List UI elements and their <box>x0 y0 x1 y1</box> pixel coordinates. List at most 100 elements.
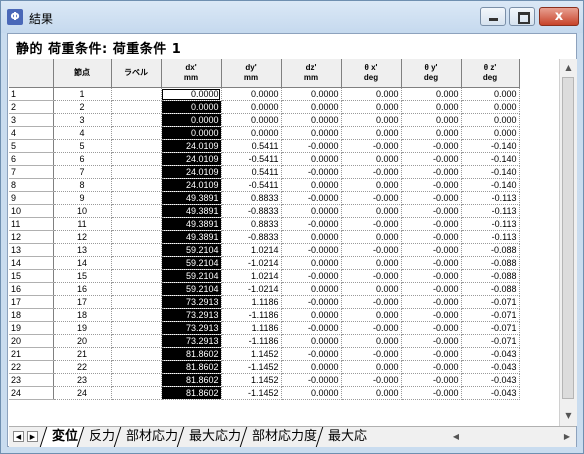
table-cell[interactable]: 0.0000 <box>281 113 342 127</box>
table-cell[interactable]: 0.0000 <box>281 126 342 140</box>
table-row[interactable]: 8 8 24.0109 -0.5411 0.0000 0.000 -0.000 -0.140 <box>9 178 520 192</box>
table-cell[interactable] <box>111 308 162 322</box>
table-cell[interactable] <box>111 152 162 166</box>
row-header[interactable]: 11 <box>9 217 54 231</box>
table-cell[interactable] <box>111 282 162 296</box>
row-header[interactable]: 13 <box>9 243 54 257</box>
table-cell[interactable]: -0.000 <box>341 321 402 335</box>
table-row[interactable]: 11 11 49.3891 0.8833 -0.0000 -0.000 -0.000 -0.1… <box>9 217 520 231</box>
table-cell[interactable]: -0.000 <box>401 373 462 387</box>
table-cell[interactable]: 1.1186 <box>221 321 282 335</box>
table-cell[interactable]: -0.043 <box>461 373 520 387</box>
table-cell[interactable]: 0.0000 <box>281 100 342 114</box>
table-row[interactable]: 1 1 0.0000 0.0000 0.0000 0.000 0.000 0.000 <box>9 87 520 101</box>
table-cell[interactable]: 1.0214 <box>221 243 282 257</box>
tab-next-icon[interactable]: ▶ <box>27 431 38 442</box>
table-cell[interactable]: 10 <box>53 204 112 218</box>
table-cell[interactable]: 59.2104 <box>161 269 222 283</box>
table-row[interactable]: 5 5 24.0109 0.5411 -0.0000 -0.000 -0.000 -0.140 <box>9 139 520 153</box>
table-cell[interactable]: 0.0000 <box>281 360 342 374</box>
table-cell[interactable]: -0.000 <box>401 256 462 270</box>
table-cell[interactable]: -0.140 <box>461 178 520 192</box>
table-cell[interactable]: -0.0000 <box>281 165 342 179</box>
row-header[interactable]: 23 <box>9 373 54 387</box>
table-cell[interactable]: -0.000 <box>341 347 402 361</box>
table-cell[interactable] <box>111 334 162 348</box>
table-cell[interactable]: -0.000 <box>401 139 462 153</box>
table-cell[interactable] <box>111 100 162 114</box>
table-cell[interactable]: 18 <box>53 308 112 322</box>
table-cell[interactable] <box>111 347 162 361</box>
table-cell[interactable] <box>111 269 162 283</box>
table-cell[interactable]: -0.000 <box>401 191 462 205</box>
table-cell[interactable]: -0.0000 <box>281 295 342 309</box>
table-cell[interactable]: 0.000 <box>401 87 462 101</box>
sheet-tab[interactable]: 最大応 <box>315 427 373 447</box>
horizontal-scrollbar[interactable]: ◀ ▶ <box>449 429 574 445</box>
table-cell[interactable]: 0.000 <box>401 100 462 114</box>
row-header[interactable]: 20 <box>9 334 54 348</box>
table-cell[interactable]: 1.1452 <box>221 347 282 361</box>
table-cell[interactable]: 0.0000 <box>281 334 342 348</box>
table-cell[interactable]: 81.8602 <box>161 386 222 400</box>
table-cell[interactable]: 0.000 <box>341 113 402 127</box>
table-cell[interactable]: -0.0000 <box>281 347 342 361</box>
table-cell[interactable]: 0.000 <box>341 100 402 114</box>
table-row[interactable]: 20 20 73.2913 -1.1186 0.0000 0.000 -0.000 -0.07… <box>9 334 520 348</box>
table-cell[interactable]: -0.000 <box>341 295 402 309</box>
row-header[interactable]: 19 <box>9 321 54 335</box>
row-header[interactable]: 18 <box>9 308 54 322</box>
row-header[interactable]: 10 <box>9 204 54 218</box>
table-cell[interactable]: 11 <box>53 217 112 231</box>
maximize-button[interactable] <box>509 7 535 26</box>
row-header[interactable]: 4 <box>9 126 54 140</box>
results-grid[interactable]: 節点 ラベル dx' mm dy' mm dz' mm θ x' deg θ y' deg θ z' de… <box>9 59 559 426</box>
table-cell[interactable] <box>111 373 162 387</box>
table-cell[interactable]: -0.0000 <box>281 191 342 205</box>
column-header[interactable] <box>9 59 54 88</box>
table-row[interactable]: 10 10 49.3891 -0.8833 0.0000 0.000 -0.000 -0.11… <box>9 204 520 218</box>
row-header[interactable]: 14 <box>9 256 54 270</box>
table-row[interactable]: 23 23 81.8602 1.1452 -0.0000 -0.000 -0.000 -0.0… <box>9 373 520 387</box>
sheet-tab[interactable]: 部材応力度 <box>239 427 323 447</box>
table-cell[interactable]: -0.000 <box>401 295 462 309</box>
table-cell[interactable]: 0.0000 <box>161 87 222 101</box>
table-row[interactable]: 6 6 24.0109 -0.5411 0.0000 0.000 -0.000 -0.140 <box>9 152 520 166</box>
table-cell[interactable]: -0.0000 <box>281 139 342 153</box>
table-cell[interactable]: -0.000 <box>401 282 462 296</box>
row-header[interactable]: 7 <box>9 165 54 179</box>
table-cell[interactable]: 3 <box>53 113 112 127</box>
table-cell[interactable]: 0.000 <box>341 282 402 296</box>
table-cell[interactable]: -0.000 <box>401 165 462 179</box>
table-cell[interactable]: -0.000 <box>341 373 402 387</box>
table-cell[interactable]: 0.000 <box>341 178 402 192</box>
table-cell[interactable]: 13 <box>53 243 112 257</box>
table-cell[interactable]: 73.2913 <box>161 321 222 335</box>
table-cell[interactable]: 4 <box>53 126 112 140</box>
scroll-right-icon[interactable]: ▶ <box>560 429 574 445</box>
table-cell[interactable]: 0.000 <box>341 204 402 218</box>
table-cell[interactable]: -1.1186 <box>221 334 282 348</box>
table-row[interactable]: 21 21 81.8602 1.1452 -0.0000 -0.000 -0.000 -0.0… <box>9 347 520 361</box>
column-header[interactable]: θ z' deg <box>461 59 520 88</box>
table-cell[interactable]: 0.000 <box>461 113 520 127</box>
table-cell[interactable]: -0.000 <box>401 217 462 231</box>
table-cell[interactable] <box>111 165 162 179</box>
row-header[interactable]: 24 <box>9 386 54 400</box>
column-header[interactable]: dx' mm <box>161 59 222 88</box>
table-cell[interactable]: -0.0000 <box>281 321 342 335</box>
table-cell[interactable]: -0.000 <box>401 230 462 244</box>
table-cell[interactable]: 0.0000 <box>161 126 222 140</box>
table-row[interactable]: 15 15 59.2104 1.0214 -0.0000 -0.000 -0.000 -0.0… <box>9 269 520 283</box>
table-row[interactable]: 9 9 49.3891 0.8833 -0.0000 -0.000 -0.000 -0.113 <box>9 191 520 205</box>
table-cell[interactable]: -0.000 <box>341 165 402 179</box>
table-row[interactable]: 18 18 73.2913 -1.1186 0.0000 0.000 -0.000 -0.07… <box>9 308 520 322</box>
table-cell[interactable]: 15 <box>53 269 112 283</box>
scroll-down-icon[interactable]: ▼ <box>560 407 577 424</box>
table-cell[interactable] <box>111 360 162 374</box>
table-cell[interactable]: -0.071 <box>461 321 520 335</box>
table-cell[interactable] <box>111 243 162 257</box>
table-cell[interactable] <box>111 87 162 101</box>
table-cell[interactable]: 73.2913 <box>161 334 222 348</box>
table-cell[interactable]: 1.1186 <box>221 295 282 309</box>
